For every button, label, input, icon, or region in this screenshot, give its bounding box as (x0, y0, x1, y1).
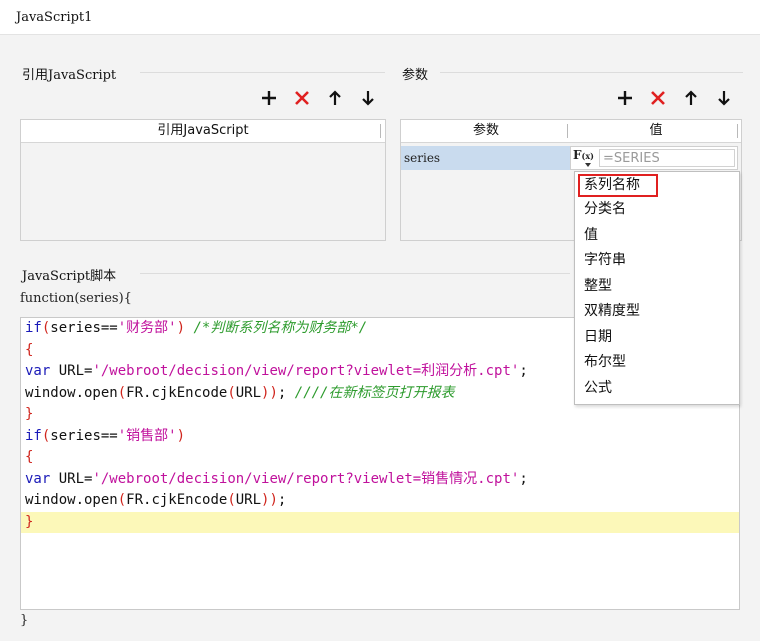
params-column-header-value[interactable]: 值 (571, 120, 741, 142)
arrow-up-icon (685, 90, 697, 105)
dropdown-item[interactable]: 布尔型 (575, 350, 739, 376)
params-divider (440, 72, 743, 73)
param-value-cell[interactable]: F(x) =SERIES (570, 146, 738, 170)
code-token: } (25, 513, 34, 530)
params-move-down-button[interactable] (713, 87, 735, 109)
dropdown-item[interactable]: 字符串 (575, 248, 739, 274)
code-line[interactable]: if(series=='销售部') (21, 426, 739, 448)
ref-js-move-up-button[interactable] (324, 87, 346, 109)
code-token: ( (117, 492, 127, 508)
fx-label: F (573, 148, 582, 162)
code-token: if (25, 320, 42, 336)
code-token: ) (176, 320, 186, 336)
code-token: if (25, 427, 42, 444)
chevron-down-icon[interactable] (585, 163, 591, 167)
code-line[interactable]: } (21, 404, 739, 426)
arrow-down-icon (362, 91, 374, 106)
code-token: URL= (50, 470, 93, 487)
code-token: '/webroot/decision/view/report?viewlet=利… (92, 363, 520, 379)
param-name-cell[interactable]: series (401, 146, 570, 170)
params-table-header: 参数 值 (401, 120, 741, 143)
code-token: ) (176, 427, 186, 444)
code-token: /*判断系列名称为财务部*/ (193, 320, 368, 336)
ref-js-column-header[interactable]: 引用JavaScript (21, 120, 385, 142)
dropdown-item[interactable]: 双精度型 (575, 299, 739, 325)
code-token: '/webroot/decision/view/report?viewlet=销… (92, 470, 520, 487)
dropdown-item[interactable]: 系列名称 (578, 174, 658, 197)
ref-js-delete-button[interactable] (291, 87, 313, 109)
ref-js-toolbar (258, 87, 379, 109)
params-delete-button[interactable] (647, 87, 669, 109)
arrow-up-icon (329, 90, 341, 105)
params-move-up-button[interactable] (680, 87, 702, 109)
code-token: } (25, 406, 34, 422)
fx-sub-label: (x) (581, 151, 594, 161)
ref-js-table: 引用JavaScript (20, 119, 386, 241)
delete-icon (651, 91, 665, 105)
dropdown-item[interactable]: 值 (575, 223, 739, 249)
code-token: window.open (25, 492, 118, 508)
function-signature: function(series){ (20, 291, 132, 306)
code-token: URL (235, 384, 262, 401)
table-row[interactable]: series F(x) =SERIES (401, 146, 741, 170)
code-token: ////在新标签页打开报表 (294, 384, 455, 401)
script-divider (140, 273, 570, 274)
code-token: ; (277, 384, 295, 401)
code-line[interactable]: } (21, 511, 739, 533)
add-icon (262, 91, 276, 105)
code-line[interactable]: { (21, 447, 739, 469)
ref-js-table-header: 引用JavaScript (21, 120, 385, 143)
tab-javascript1[interactable]: JavaScript1 (4, 6, 104, 30)
dropdown-item[interactable]: 公式 (575, 376, 739, 402)
code-token: FR.cjkEncode (126, 384, 228, 401)
code-token: var (25, 363, 51, 379)
dropdown-item[interactable]: 分类名 (575, 197, 739, 223)
function-closing-brace: } (20, 613, 29, 628)
ref-js-section-title: 引用JavaScript (22, 68, 117, 83)
code-token: window.open (25, 384, 118, 401)
add-icon (618, 91, 632, 105)
value-type-dropdown: 系列名称 分类名值字符串 整型 双精度型 日期 布尔型 公式 (574, 171, 740, 405)
dropdown-item[interactable]: 整型 (575, 274, 739, 300)
ref-js-move-down-button[interactable] (357, 87, 379, 109)
code-token: ; (519, 363, 528, 379)
code-token: FR.cjkEncode (126, 492, 228, 508)
code-token: var (25, 470, 51, 487)
code-token: { (25, 449, 34, 465)
code-token: ( (227, 492, 236, 508)
code-token: series== (50, 427, 118, 444)
code-token: { (25, 341, 34, 358)
dropdown-item[interactable]: 日期 (575, 325, 739, 351)
delete-icon (295, 91, 309, 105)
code-token: URL (235, 492, 262, 508)
params-column-header-name[interactable]: 参数 (401, 120, 571, 142)
code-token: URL= (50, 363, 93, 379)
code-token: '财务部' (117, 320, 177, 336)
script-section-title: JavaScript脚本 (22, 269, 117, 284)
ref-js-divider (140, 72, 385, 73)
param-value-input[interactable]: =SERIES (599, 149, 735, 167)
formula-icon[interactable]: F(x) (573, 148, 594, 163)
ref-js-column-label: 引用JavaScript (157, 123, 249, 138)
code-token: '销售部' (117, 427, 177, 444)
code-token: ; (277, 492, 287, 508)
params-toolbar (614, 87, 735, 109)
params-column-label-name: 参数 (472, 123, 499, 138)
ref-js-add-button[interactable] (258, 87, 280, 109)
code-token: )) (261, 384, 278, 401)
code-line[interactable]: window.open(FR.cjkEncode(URL)); (21, 490, 739, 512)
code-line[interactable]: var URL='/webroot/decision/view/report?v… (21, 469, 739, 491)
code-token: ; (519, 470, 528, 487)
arrow-down-icon (718, 91, 730, 106)
params-add-button[interactable] (614, 87, 636, 109)
code-token: ( (227, 384, 236, 401)
params-section-title: 参数 (402, 68, 429, 83)
code-token: ( (117, 384, 127, 401)
code-token: series== (50, 320, 118, 336)
tab-strip: JavaScript1 (0, 0, 760, 35)
code-token: )) (261, 492, 278, 508)
params-column-label-value: 值 (649, 123, 663, 138)
